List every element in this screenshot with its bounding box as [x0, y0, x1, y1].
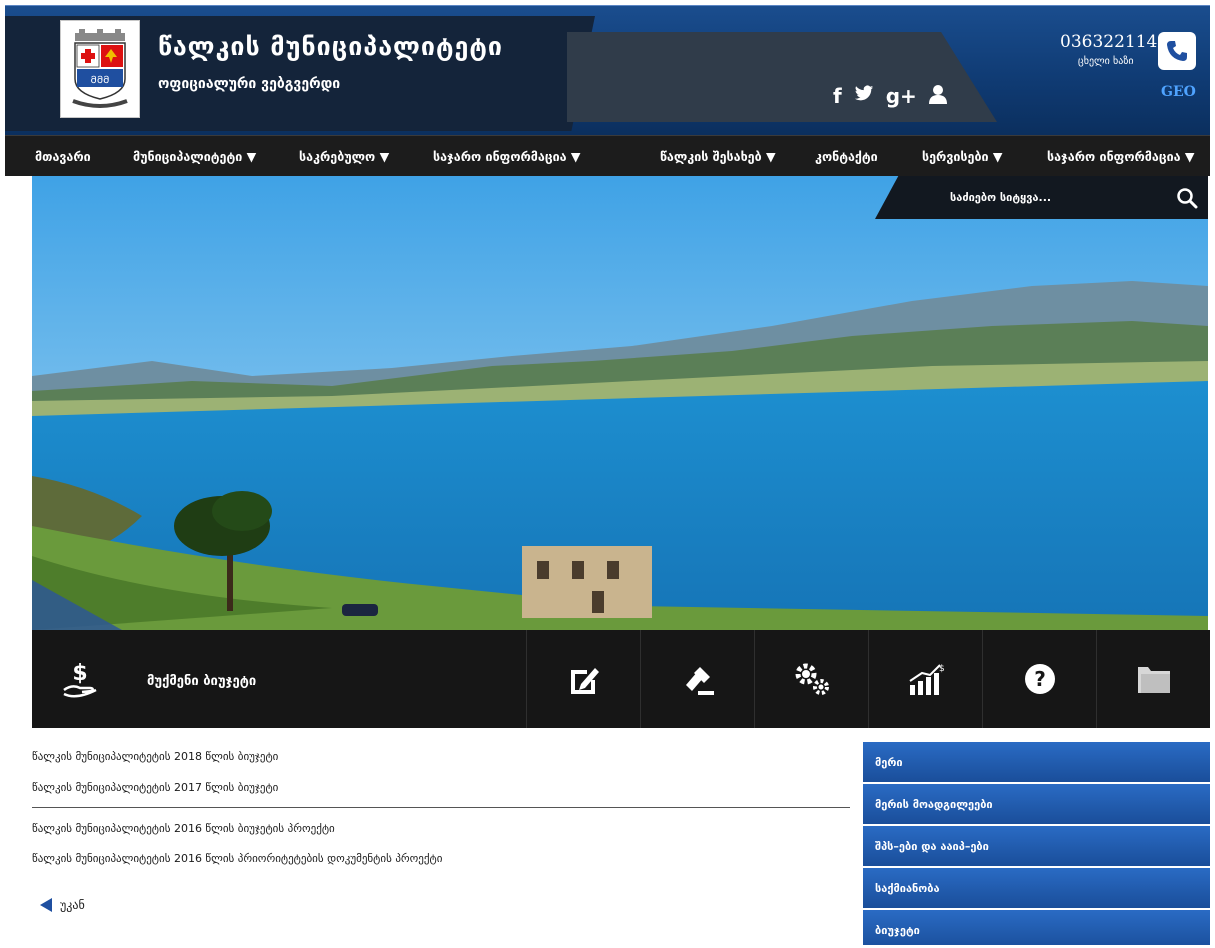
google-plus-icon[interactable]: g+	[886, 84, 917, 109]
sidebar-item-deputy-mayors[interactable]: მერის მოადგილეები	[863, 784, 1210, 824]
nav-item-services[interactable]: სერვისები ▼	[922, 149, 1003, 164]
gavel-icon	[686, 667, 714, 695]
edit-icon	[571, 668, 599, 694]
chart-icon: $	[909, 664, 945, 695]
search-icon[interactable]	[1176, 187, 1198, 209]
budget-documents-list: წალკის მუნიციპალიტეტის 2018 წლის ბიუჯეტი…	[32, 750, 857, 812]
nav-item-public-info-2[interactable]: საჯარო ინფორმაცია ▼	[1047, 149, 1195, 164]
quick-link-documents[interactable]	[1098, 630, 1210, 728]
nav-item-about-tsalka[interactable]: წალკის შესახებ ▼	[660, 149, 776, 164]
hotline-label: ცხელი ხაზი	[1078, 56, 1134, 67]
document-link[interactable]: წალკის მუნიციპალიტეტის 2016 წლის პრიორიტ…	[32, 852, 857, 865]
site-subtitle: ოფიციალური ვებგვერდი	[158, 76, 341, 92]
quick-link-law[interactable]	[642, 630, 755, 728]
hotline-number[interactable]: 0363221141	[1060, 32, 1168, 52]
language-switch[interactable]: GEO	[1161, 84, 1196, 100]
gears-icon	[795, 663, 829, 695]
sidebar-item-activities[interactable]: საქმიანობა	[863, 868, 1210, 908]
document-link[interactable]: წალკის მუნიციპალიტეტის 2017 წლის ბიუჯეტი	[32, 781, 857, 794]
twitter-icon[interactable]	[854, 84, 874, 109]
sidebar-item-budget[interactable]: ბიუჯეტი	[863, 910, 1210, 945]
back-arrow-icon	[40, 898, 52, 912]
quick-link-settings[interactable]	[756, 630, 869, 728]
quick-links-bar: $ მუქმენი ბიუჯეტი $ ?	[32, 630, 1210, 728]
sidebar-item-mayor[interactable]: მერი	[863, 742, 1210, 782]
quick-link-edit[interactable]	[528, 630, 641, 728]
sidebar-menu: მერი მერის მოადგილეები შპს–ები და ააიპ–ე…	[863, 742, 1210, 945]
nav-item-contact[interactable]: კონტაქტი	[815, 149, 878, 164]
municipality-logo[interactable]: ᲛᲛᲛ	[60, 20, 140, 118]
content-divider	[32, 807, 850, 808]
back-link[interactable]: უკან	[40, 898, 85, 912]
main-navigation: მთავარი მუნიციპალიტეტი ▼ საკრებულო ▼ საჯ…	[5, 135, 1210, 176]
ruined-building	[522, 546, 652, 618]
user-icon[interactable]	[928, 84, 947, 109]
phone-icon[interactable]	[1158, 32, 1196, 70]
svg-text:?: ?	[1034, 667, 1046, 691]
facebook-icon[interactable]: f	[833, 84, 842, 109]
nav-item-municipality[interactable]: მუნიციპალიტეტი ▼	[133, 149, 256, 164]
money-hand-icon: $	[63, 661, 97, 698]
nav-item-public-info[interactable]: საჯარო ინფორმაცია ▼	[433, 149, 581, 164]
svg-text:$: $	[939, 664, 945, 674]
site-header: ᲛᲛᲛ წალკის მუნიციპალიტეტი ოფიციალური ვებ…	[5, 5, 1210, 135]
quick-link-faq[interactable]: ?	[984, 630, 1097, 728]
budget-documents-list-2: წალკის მუნიციპალიტეტის 2016 წლის ბიუჯეტი…	[32, 822, 857, 883]
nav-item-council[interactable]: საკრებულო ▼	[299, 149, 389, 164]
svg-text:ᲛᲛᲛ: ᲛᲛᲛ	[90, 75, 109, 86]
folder-icon	[1138, 667, 1170, 693]
document-link[interactable]: წალკის მუნიციპალიტეტის 2018 წლის ბიუჯეტი	[32, 750, 857, 763]
social-links: f g+	[833, 84, 947, 109]
document-link[interactable]: წალკის მუნიციპალიტეტის 2016 წლის ბიუჯეტი…	[32, 822, 857, 835]
quick-link-label: მუქმენი ბიუჯეტი	[147, 674, 257, 689]
hero-landscape-image	[32, 176, 1208, 630]
search-input[interactable]	[950, 191, 1160, 204]
back-label: უკან	[60, 898, 85, 912]
coat-of-arms-icon: ᲛᲛᲛ	[72, 29, 128, 108]
question-icon: ?	[1025, 664, 1055, 694]
site-title: წალკის მუნიციპალიტეტი	[158, 32, 503, 61]
svg-text:$: $	[72, 661, 87, 686]
sidebar-item-organizations[interactable]: შპს–ები და ააიპ–ები	[863, 826, 1210, 866]
quick-link-statistics[interactable]: $	[870, 630, 983, 728]
quick-link-citizen-budget[interactable]: $ მუქმენი ბიუჯეტი	[32, 630, 527, 728]
page-frame: ᲛᲛᲛ წალკის მუნიციპალიტეტი ოფიციალური ვებ…	[5, 5, 1210, 945]
nav-item-home[interactable]: მთავარი	[35, 149, 91, 164]
